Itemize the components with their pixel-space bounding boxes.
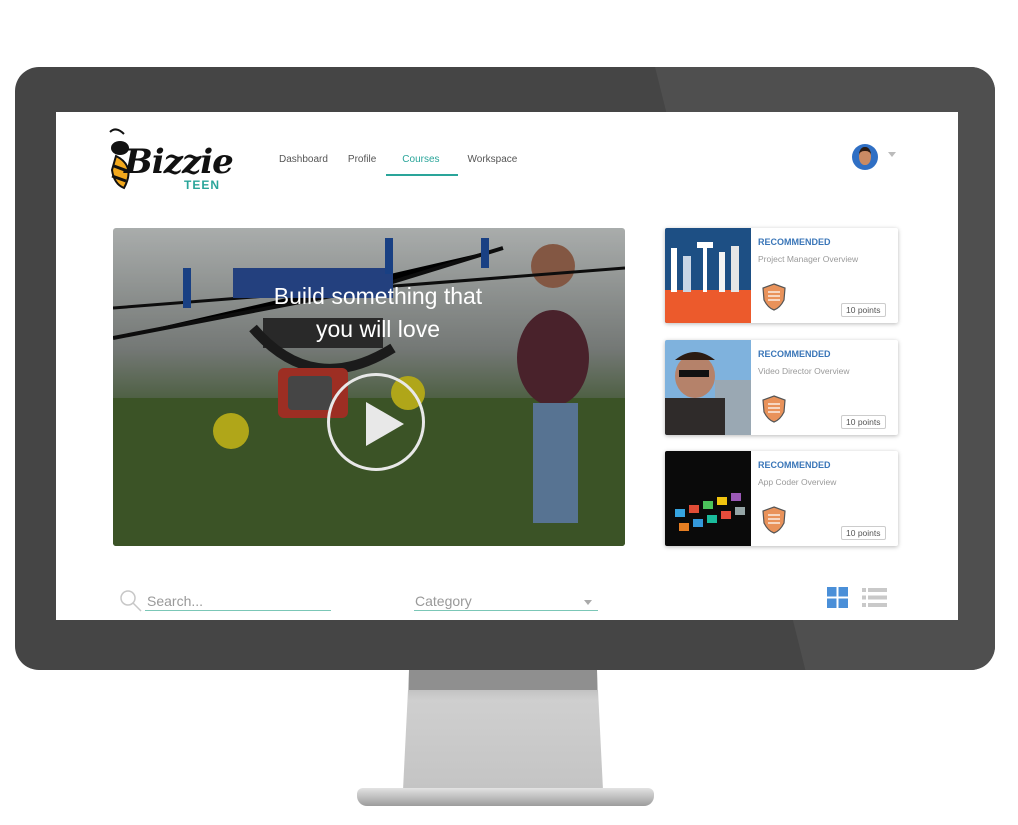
points-badge: 10 points — [841, 303, 886, 317]
nav-courses[interactable]: Courses — [386, 152, 458, 176]
shield-badge-icon — [762, 506, 786, 534]
recommended-card[interactable]: RECOMMENDED Project Manager Overview 10 … — [665, 228, 898, 323]
points-badge: 10 points — [841, 526, 886, 540]
shield-badge-icon — [762, 283, 786, 311]
card-tag: RECOMMENDED — [758, 237, 831, 247]
card-tag: RECOMMENDED — [758, 460, 831, 470]
category-select[interactable]: Category — [414, 589, 598, 611]
search-field[interactable]: Search... — [119, 589, 331, 612]
card-title: App Coder Overview — [758, 477, 837, 487]
search-underline — [145, 610, 331, 611]
shield-badge-icon — [762, 395, 786, 423]
logo-wordmark: Bizzie — [124, 142, 234, 182]
tools-thumbnail — [665, 228, 751, 323]
hero-video[interactable]: Build something that you will love — [113, 228, 625, 546]
nav-workspace[interactable]: Workspace — [458, 152, 528, 176]
nav-profile[interactable]: Profile — [338, 152, 386, 176]
user-avatar[interactable] — [852, 144, 878, 170]
play-button[interactable] — [327, 373, 425, 471]
hero-title-line1: Build something that — [273, 283, 483, 309]
apps-thumbnail — [665, 451, 751, 546]
main-nav: Dashboard Profile Courses Workspace — [269, 152, 527, 176]
card-title: Video Director Overview — [758, 366, 850, 376]
category-underline — [414, 610, 598, 611]
search-icon — [120, 590, 142, 612]
monitor-stand-top — [409, 670, 597, 690]
chevron-down-icon[interactable] — [888, 152, 896, 157]
list-view-icon[interactable] — [862, 587, 887, 608]
recommended-card[interactable]: RECOMMENDED Video Director Overview 10 p… — [665, 340, 898, 435]
recommended-card[interactable]: RECOMMENDED App Coder Overview 10 points — [665, 451, 898, 546]
play-icon — [366, 402, 404, 446]
monitor-base — [357, 788, 654, 806]
grid-view-icon[interactable] — [827, 587, 848, 608]
logo-subtitle: TEEN — [184, 178, 221, 192]
search-input[interactable]: Search... — [147, 593, 203, 609]
points-badge: 10 points — [841, 415, 886, 429]
director-thumbnail — [665, 340, 751, 435]
screen: Bizzie TEEN Dashboard Profile Courses Wo… — [56, 112, 958, 620]
hero-title-line2: you will love — [316, 316, 440, 342]
category-label: Category — [415, 593, 472, 609]
nav-dashboard[interactable]: Dashboard — [269, 152, 338, 176]
hero-title: Build something that you will love — [113, 280, 625, 346]
card-title: Project Manager Overview — [758, 254, 859, 264]
chevron-down-icon — [584, 600, 592, 605]
card-tag: RECOMMENDED — [758, 349, 831, 359]
avatar-face — [859, 147, 871, 165]
bizzie-logo[interactable]: Bizzie TEEN — [102, 126, 242, 198]
